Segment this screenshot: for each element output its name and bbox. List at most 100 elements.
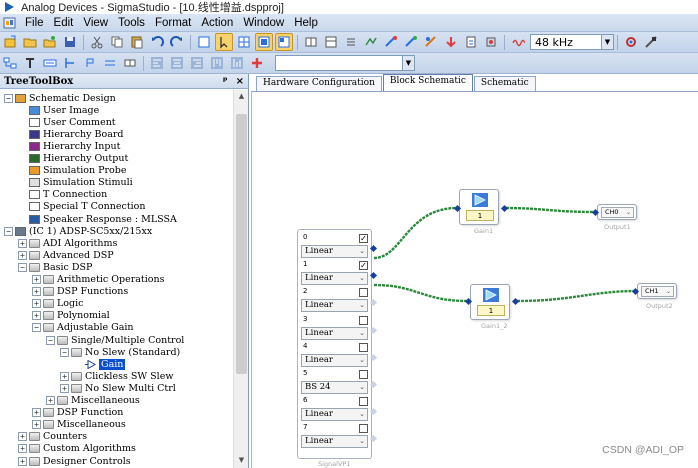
tree-scrollbar[interactable]: ▲ ▼ [233,90,248,468]
pin-icon[interactable]: ᵖ [223,76,228,87]
tree-item[interactable]: − Schematic Design [4,92,116,104]
tab-schematic[interactable]: Schematic [473,76,536,91]
tree-item[interactable]: + Advanced DSP [18,249,114,261]
menu-format[interactable]: Format [150,17,196,29]
channel-checkbox[interactable] [359,315,368,325]
settings-icon[interactable] [622,33,640,51]
tree-item[interactable]: Simulation Probe [18,165,126,177]
tree-item[interactable]: + Arithmetic Operations [32,274,164,286]
download-icon[interactable] [442,33,460,51]
expand-icon[interactable]: + [60,383,69,393]
tab-block-schematic[interactable]: Block Schematic [382,74,473,91]
channel-mode-select[interactable]: Linear ⌄ [301,272,368,286]
port-tool-icon[interactable] [121,54,139,72]
expand-icon[interactable]: + [18,432,27,442]
disconnect-icon[interactable] [642,33,660,51]
expand-icon[interactable]: + [60,371,69,381]
menu-help[interactable]: Help [289,17,323,29]
toolbar-combo[interactable]: ▼ [275,55,415,71]
channel-mode-select[interactable]: Linear ⌄ [301,326,368,340]
align-right-icon[interactable] [188,54,206,72]
tree-item[interactable]: + Miscellaneous [46,395,140,407]
tree-item[interactable]: + No Slew Multi Ctrl [60,382,176,394]
tree-item[interactable]: + DSP Functions [32,286,128,298]
open-folder-icon[interactable] [21,33,39,51]
collapse-icon[interactable]: − [4,226,13,236]
collapse-icon[interactable]: − [46,335,55,345]
scroll-up-icon[interactable]: ▲ [236,92,247,102]
collapse-icon[interactable]: − [18,262,27,272]
tree-item[interactable]: Gain [74,358,126,370]
chevron-down-icon[interactable]: ▼ [601,35,613,49]
expand-icon[interactable]: + [32,275,41,284]
tab-hardware-configuration[interactable]: Hardware Configuration [256,76,382,91]
tree-item[interactable]: + Clickless SW Slew [60,370,173,382]
tree-item[interactable]: − Adjustable Gain [32,322,134,334]
menu-file[interactable]: File [20,17,49,29]
channel-checkbox[interactable]: ✓ [359,234,368,243]
align-left-icon[interactable] [148,54,166,72]
save-param-icon[interactable] [462,33,480,51]
tree-item[interactable]: User Comment [18,116,116,128]
tree-item[interactable]: + Custom Algorithms [18,443,136,455]
tree-item[interactable]: − (IC 1) ADSP-SC5xx/215xx [4,225,152,237]
debug-icon[interactable] [482,33,500,51]
tree-item[interactable]: + Counters [18,431,87,443]
undo-icon[interactable] [148,33,166,51]
channel-checkbox[interactable]: ✓ [359,261,368,271]
pin-tool-icon[interactable] [81,54,99,72]
wire-tool-icon[interactable] [61,54,79,72]
expand-icon[interactable]: + [32,408,41,418]
link-compile-icon[interactable] [382,33,400,51]
expand-icon[interactable]: + [18,444,27,454]
bold-t-icon[interactable] [21,54,39,72]
collapse-icon[interactable]: − [60,347,69,357]
text-box-icon[interactable] [41,54,59,72]
tree-item[interactable]: User Image [18,104,99,116]
gain2-value[interactable]: 1 [477,305,505,316]
paste-icon[interactable] [128,33,146,51]
tree-item[interactable]: Hierarchy Output [18,153,128,165]
snap-icon[interactable] [255,33,273,51]
align-center-icon[interactable] [168,54,186,72]
channel-checkbox[interactable] [359,342,368,352]
align-bottom-icon[interactable] [228,54,246,72]
list-icon[interactable] [342,33,360,51]
channel-mode-select[interactable]: Linear ⌄ [301,245,368,258]
menu-window[interactable]: Window [238,17,289,29]
menu-edit[interactable]: Edit [49,17,79,29]
schematic-canvas[interactable]: 1 Gain1 1 Gain1_2 CH0 ⌄ Output1 CH1 ⌄ Ou… [251,92,698,468]
align-icon[interactable] [275,33,293,51]
channel-mode-select[interactable]: Linear ⌄ [301,435,368,449]
expand-icon[interactable]: + [32,287,41,297]
add-red-icon[interactable] [248,54,266,72]
chevron-down-icon[interactable]: ▼ [402,56,414,70]
tree-item[interactable]: + Polynomial [32,310,110,322]
channel-checkbox[interactable] [359,424,368,434]
tree-item[interactable]: Hierarchy Board [18,128,124,140]
output1-block[interactable]: CH0 ⌄ [597,204,637,220]
expand-icon[interactable]: + [18,250,27,260]
menu-view[interactable]: View [78,17,113,29]
tree-item[interactable]: + DSP Function [32,407,123,419]
output1-channel-select[interactable]: CH0 ⌄ [601,207,634,218]
select-tool-icon[interactable] [195,33,213,51]
bus-tool-icon[interactable] [101,54,119,72]
channel-mode-select[interactable]: BS 24 ⌄ [301,381,368,394]
menu-tools[interactable]: Tools [113,17,150,29]
expand-icon[interactable]: + [32,311,41,321]
redo-icon[interactable] [168,33,186,51]
sample-rate-select[interactable]: 48 kHz ▼ [530,34,614,50]
output2-block[interactable]: CH1 ⌄ [637,283,677,299]
tree-item[interactable]: + Miscellaneous [32,419,126,431]
scroll-thumb[interactable] [236,114,247,374]
align-top-icon[interactable] [208,54,226,72]
layout-icon[interactable] [322,33,340,51]
collapse-icon[interactable]: − [4,93,13,103]
gain2-block[interactable]: 1 [470,284,510,320]
gain1-block[interactable]: 1 [459,189,499,225]
open-file-icon[interactable] [41,33,59,51]
copy-icon[interactable] [108,33,126,51]
channel-checkbox[interactable] [359,397,368,407]
tree-item[interactable]: + Logic [32,298,83,310]
